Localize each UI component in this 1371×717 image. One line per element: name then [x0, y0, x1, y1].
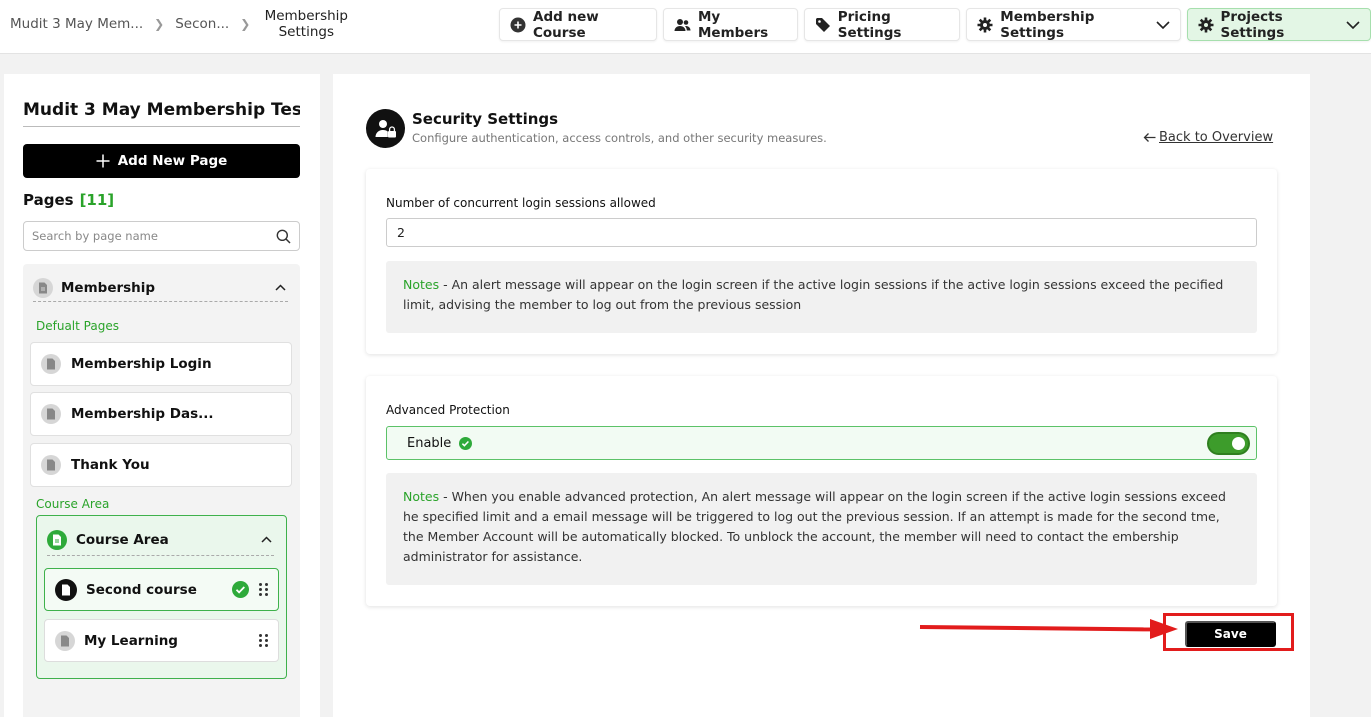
- page-item-thank-you[interactable]: Thank You: [30, 443, 292, 487]
- page-item-membership-login[interactable]: Membership Login: [30, 342, 292, 386]
- chevron-right-icon: ❯: [154, 17, 165, 31]
- page-item-label: Membership Login: [71, 356, 212, 372]
- add-new-course-label: Add new Course: [533, 8, 599, 41]
- search-icon[interactable]: [276, 229, 291, 244]
- default-pages-label: Defualt Pages: [36, 319, 119, 333]
- pricing-settings-button[interactable]: Pricing Settings: [803, 8, 961, 41]
- course-area-label: Course Area: [36, 497, 110, 511]
- membership-group: Membership Defualt Pages Membership Logi…: [23, 264, 300, 717]
- chevron-up-icon[interactable]: [275, 284, 286, 291]
- breadcrumb-current-line2: Settings: [278, 24, 334, 40]
- chevron-up-icon[interactable]: [261, 536, 272, 543]
- advanced-protection-card: Advanced Protection Enable Notes - When …: [366, 376, 1277, 606]
- back-to-overview-label: Back to Overview: [1159, 130, 1274, 145]
- page-icon: [47, 529, 67, 550]
- course-item-second-course[interactable]: Second course: [44, 568, 279, 611]
- page-icon: [41, 404, 61, 424]
- breadcrumb-current: Membership Settings: [261, 8, 351, 40]
- notes-label: Notes: [403, 489, 440, 504]
- page-icon: [55, 578, 77, 601]
- plus-circle-icon: [510, 17, 526, 32]
- projects-settings-button[interactable]: Projects Settings: [1186, 8, 1371, 41]
- top-bar: Mudit 3 May Mem... ❯ Secon... ❯ Membersh…: [0, 0, 1371, 54]
- add-new-course-button[interactable]: Add new Course: [499, 8, 657, 41]
- pages-heading: Pages [11]: [23, 191, 114, 209]
- breadcrumb-item-project[interactable]: Mudit 3 May Mem...: [10, 16, 143, 32]
- page-title: Security Settings: [412, 110, 559, 128]
- membership-settings-button[interactable]: Membership Settings: [966, 8, 1181, 41]
- page-search: [23, 221, 300, 251]
- tag-icon: [815, 17, 830, 32]
- sessions-label: Number of concurrent login sessions allo…: [386, 196, 656, 210]
- plus-icon: [96, 154, 110, 168]
- page-icon: [55, 630, 75, 651]
- chevron-down-icon: [1155, 20, 1170, 29]
- pricing-settings-label: Pricing Settings: [837, 8, 902, 41]
- add-new-page-label: Add New Page: [117, 153, 228, 169]
- drag-handle-icon[interactable]: [259, 583, 268, 596]
- enable-label: Enable: [407, 435, 452, 451]
- advanced-protection-label: Advanced Protection: [386, 403, 510, 417]
- page-subtitle: Configure authentication, access control…: [412, 131, 827, 145]
- notes-text: - An alert message will appear on the lo…: [403, 277, 1224, 312]
- sessions-notes: Notes - An alert message will appear on …: [386, 261, 1257, 333]
- enable-row: Enable: [386, 426, 1257, 460]
- course-item-actions: [259, 634, 268, 647]
- page-item-membership-dashboard[interactable]: Membership Das...: [30, 392, 292, 436]
- course-area-header[interactable]: Course Area: [47, 524, 274, 556]
- course-item-label: Second course: [86, 581, 197, 598]
- pages-count: [11]: [79, 191, 115, 209]
- notes-text: - When you enable advanced protection, A…: [403, 489, 1226, 564]
- chevron-down-icon: [1346, 20, 1360, 29]
- sessions-card: Number of concurrent login sessions allo…: [366, 169, 1277, 354]
- course-area-group: Course Area Second course My Learning: [36, 515, 287, 679]
- page-icon: [33, 277, 53, 298]
- page-icon: [41, 455, 61, 475]
- page-search-input[interactable]: [32, 229, 276, 243]
- annotation-highlight-box: [1163, 613, 1294, 651]
- breadcrumb-current-line1: Membership: [264, 8, 349, 24]
- notes-label: Notes: [403, 277, 440, 292]
- my-members-label: My Members: [697, 8, 769, 41]
- advanced-protection-toggle[interactable]: [1207, 432, 1250, 455]
- course-item-actions: [232, 581, 268, 598]
- sessions-input[interactable]: [386, 218, 1257, 247]
- arrow-left-icon: [1143, 133, 1156, 142]
- membership-group-title: Membership: [61, 279, 156, 296]
- gear-icon: [1198, 17, 1214, 32]
- toggle-knob: [1232, 437, 1245, 450]
- back-to-overview-link[interactable]: Back to Overview: [1143, 130, 1273, 145]
- course-item-label: My Learning: [84, 632, 178, 649]
- check-circle-icon: [459, 436, 473, 450]
- breadcrumb: Mudit 3 May Mem... ❯ Secon... ❯ Membersh…: [10, 0, 351, 48]
- page-icon: [41, 354, 61, 374]
- membership-group-header[interactable]: Membership: [33, 274, 288, 302]
- breadcrumb-item-course[interactable]: Secon...: [175, 16, 229, 32]
- projects-settings-label: Projects Settings: [1220, 8, 1285, 41]
- top-nav: Add new Course My Members Pricing Settin…: [499, 8, 1371, 41]
- page-item-label: Thank You: [71, 457, 150, 473]
- check-circle-icon: [232, 581, 249, 598]
- page-item-label: Membership Das...: [71, 406, 214, 422]
- course-area-title: Course Area: [76, 531, 169, 548]
- sidebar: Mudit 3 May Membership Tes... Add New Pa…: [4, 74, 320, 717]
- users-icon: [674, 18, 691, 31]
- sidebar-title: Mudit 3 May Membership Tes...: [23, 100, 300, 127]
- membership-settings-label: Membership Settings: [1000, 8, 1095, 41]
- gear-icon: [977, 17, 993, 32]
- my-members-button[interactable]: My Members: [662, 8, 798, 41]
- course-item-my-learning[interactable]: My Learning: [44, 619, 279, 662]
- user-lock-icon: [366, 109, 405, 148]
- advanced-notes: Notes - When you enable advanced protect…: [386, 473, 1257, 585]
- chevron-right-icon: ❯: [240, 17, 251, 31]
- add-new-page-button[interactable]: Add New Page: [23, 144, 300, 178]
- pages-label: Pages: [23, 191, 74, 209]
- drag-handle-icon[interactable]: [259, 634, 268, 647]
